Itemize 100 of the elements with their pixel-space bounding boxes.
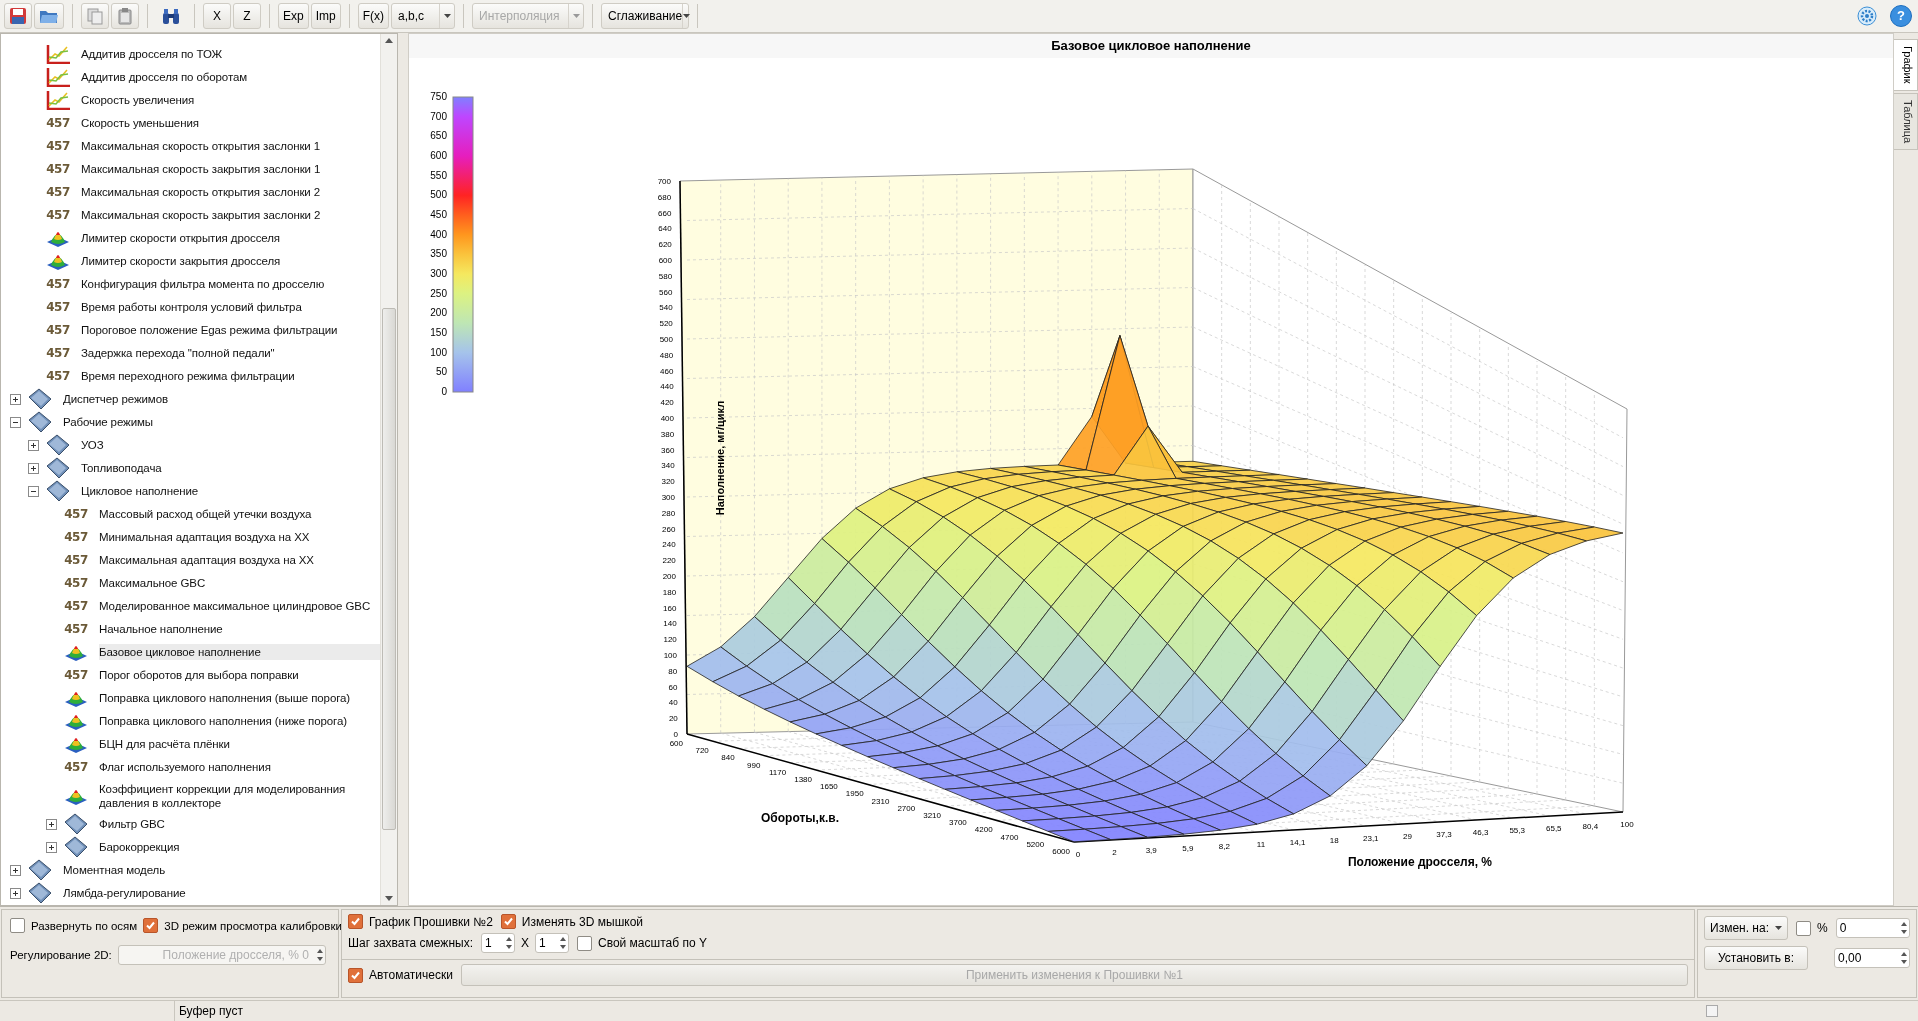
axis-tick-label: 260 [662,524,676,534]
tree-item[interactable]: Коэффициент коррекции для моделированния давления в коллекторе [1,778,380,813]
expand-icon[interactable] [9,864,21,876]
checkbox-label[interactable]: Изменять 3D мышкой [521,914,644,929]
spin-field[interactable]: 1 [481,933,515,954]
tree-item[interactable]: Рабочие режимы [1,410,380,434]
tree-item[interactable]: 457 Максимальное GBC [1,571,380,595]
set-button[interactable]: Установить в: [1704,946,1808,971]
checkbox-label[interactable]: 3D режим просмотра калибровки [164,919,342,932]
checkbox[interactable] [500,914,516,930]
tree-item[interactable]: 457 Скорость уменьшения [1,111,380,135]
tree-item[interactable]: 457 Массовый расход общей утечки воздуха [1,502,380,526]
folder-icon[interactable] [34,3,64,29]
expand-icon[interactable] [27,462,39,474]
tree-item[interactable]: Фильтр GBC [1,812,380,836]
dropdown[interactable]: a,b,c [391,3,456,29]
spin-field[interactable]: 0 [1835,918,1910,939]
expand-icon[interactable] [9,393,21,405]
tree-item[interactable]: 457 Начальное наполнение [1,617,380,641]
toolbar-button[interactable]: Z [233,3,261,29]
expand-icon[interactable] [45,818,57,830]
clipboard-icon[interactable] [111,3,139,29]
expand-icon[interactable] [45,841,57,853]
spin-arrows-icon[interactable] [1900,951,1908,966]
tree-item[interactable]: Аддитив дросселя по оборотам [1,65,380,89]
tree-item[interactable]: Поправка циклового наполнения (ниже порога) [1,709,380,733]
tree-item[interactable]: 457 Максимальная скорость закрытия заслонки 2 [1,203,380,227]
tree-item[interactable]: 457 Время переходного режима фильтрации [1,364,380,388]
tree-item[interactable]: 457 Время работы контроля условий фильтра [1,295,380,319]
number-badge-icon: 457 [64,530,88,545]
checkbox[interactable] [348,967,363,983]
collapse-icon[interactable] [27,485,39,497]
axis-tick-label: 240 [662,540,676,550]
tree-item[interactable]: 457 Моделированное максимальное цилиндровое GBC [1,594,380,618]
toolbar-button[interactable]: Exp [278,3,309,29]
toolbar-button[interactable]: Imp [310,3,341,29]
checkbox[interactable] [348,914,363,930]
caret-icon[interactable] [683,14,691,18]
dropdown[interactable]: Измен. на: [1704,916,1788,941]
checkbox-label[interactable]: Свой масштаб по Y [598,936,707,951]
number-badge-icon: 457 [46,323,70,338]
checkbox[interactable] [143,918,159,934]
side-tab[interactable]: Таблица [1894,92,1918,150]
tree-item[interactable]: Лямбда-регулирование [1,881,380,905]
checkbox-label[interactable]: Развернуть по осям [31,919,138,932]
number-badge-icon: 457 [46,369,70,384]
tree-item[interactable]: 457 Порог оборотов для выбора поправки [1,663,380,687]
tree-item[interactable]: 457 Максимальная скорость открытия заслонки 2 [1,180,380,204]
side-tab[interactable]: График [1894,38,1918,91]
tree-item[interactable]: УОЗ [1,433,380,457]
save-icon[interactable] [4,3,32,29]
spin-arrows-icon[interactable] [559,936,567,951]
checkbox[interactable] [1796,920,1811,936]
checkbox-label[interactable]: График Прошивки №2 [369,914,493,929]
tree-item[interactable]: 457 Задержка перехода "полной педали" [1,341,380,365]
number-badge-icon: 457 [46,162,70,177]
tree-item[interactable]: 457 Флаг используемого наполнения [1,755,380,779]
checkbox[interactable] [577,935,592,951]
tree-item[interactable]: Лимитер скорости закрытия дросселя [1,249,380,273]
tree-item[interactable]: Аддитив дросселя по ТОЖ [1,42,380,66]
checkbox[interactable] [10,918,25,934]
tree-item[interactable]: Скорость увеличения [1,88,380,112]
tree-item[interactable]: 457 Конфигурация фильтра момента по дросселю [1,272,380,296]
collapse-icon[interactable] [9,416,21,428]
spin-field[interactable]: 1 [535,933,569,954]
spin-arrows-icon[interactable] [505,936,513,951]
tree-item[interactable]: 457 Максимальная скорость открытия заслонки 1 [1,134,380,158]
scrollbar[interactable] [380,33,397,906]
number-badge-icon: 457 [46,208,70,223]
axis-tick-label: 200 [662,571,676,581]
axis-tick-label: 600 [658,255,672,265]
tree-item[interactable]: Поправка циклового наполнения (выше порога) [1,686,380,710]
scroll-thumb[interactable] [382,307,396,830]
tree-item[interactable]: Лимитер скорости открытия дросселя [1,226,380,250]
expand-icon[interactable] [27,439,39,451]
tree-item[interactable]: 457 Пороговое положение Egas режима фильтрации [1,318,380,342]
spin-arrows-icon[interactable] [1900,921,1908,936]
tree-item[interactable]: Цикловое наполнение [1,479,380,503]
scale-tick-label: 200 [430,307,447,319]
function-button[interactable]: F(x) [357,3,390,29]
number-badge-icon: 457 [46,116,70,131]
tree-item[interactable]: 457 Минимальная адаптация воздуха на ХХ [1,525,380,549]
caret-icon[interactable] [1775,926,1782,931]
number-badge-icon: 457 [46,300,70,315]
tree-item[interactable]: Топливоподача [1,456,380,480]
dropdown[interactable]: Сглаживание [601,3,690,29]
tree-item[interactable]: Моментная модель [1,858,380,882]
checkbox-label[interactable]: % [1817,921,1828,936]
caret-icon[interactable] [443,14,451,18]
tree-item[interactable]: Барокоррекция [1,835,380,859]
spin-field[interactable]: 0,00 [1834,948,1910,969]
tree-item[interactable]: Диспетчер режимов [1,387,380,411]
spin-arrows-icon[interactable] [315,948,324,963]
axis-tick-label: 5200 [1026,839,1045,849]
expand-icon[interactable] [9,887,21,899]
checkbox-label[interactable]: Автоматически [369,968,453,983]
tree-item[interactable]: 457 Максимальная адаптация воздуха на ХХ [1,548,380,572]
toolbar-button[interactable]: X [203,3,231,29]
tree-item[interactable]: БЦН для расчёта плёнки [1,732,380,756]
tree-item[interactable]: 457 Максимальная скорость закрытия заслонки 1 [1,157,380,181]
